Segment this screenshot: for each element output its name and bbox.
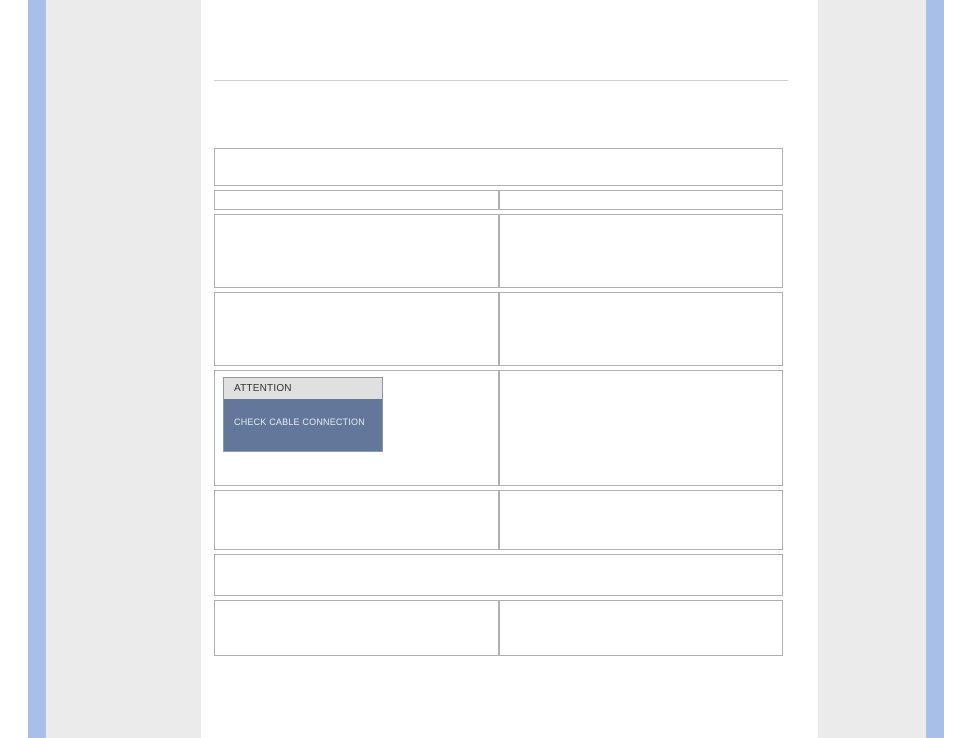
table-cell (214, 490, 499, 550)
document-page: ATTENTION CHECK CABLE CONNECTION (0, 0, 954, 738)
table-header-left (214, 190, 499, 210)
sidebar-right (818, 0, 926, 738)
blue-margin-left (28, 0, 46, 738)
table-wrapper: ATTENTION CHECK CABLE CONNECTION (214, 148, 783, 738)
table-cell (214, 214, 499, 288)
dialog-body: CHECK CABLE CONNECTION (224, 399, 382, 451)
attention-dialog: ATTENTION CHECK CABLE CONNECTION (223, 377, 383, 452)
sidebar-left (46, 0, 201, 738)
content-area: ATTENTION CHECK CABLE CONNECTION (214, 0, 788, 738)
table-banner-row (214, 554, 783, 596)
table-cell (499, 490, 784, 550)
divider-line (214, 80, 788, 81)
table-cell (499, 214, 784, 288)
dialog-title: ATTENTION (224, 378, 382, 399)
table-cell (499, 600, 784, 656)
table-cell-with-dialog: ATTENTION CHECK CABLE CONNECTION (214, 370, 499, 486)
table-cell (214, 600, 499, 656)
layout-table: ATTENTION CHECK CABLE CONNECTION (214, 148, 783, 656)
table-cell (214, 292, 499, 366)
table-cell (499, 292, 784, 366)
table-banner-row (214, 148, 783, 186)
table-header-right (499, 190, 784, 210)
table-cell (499, 370, 784, 486)
blue-margin-right (926, 0, 944, 738)
